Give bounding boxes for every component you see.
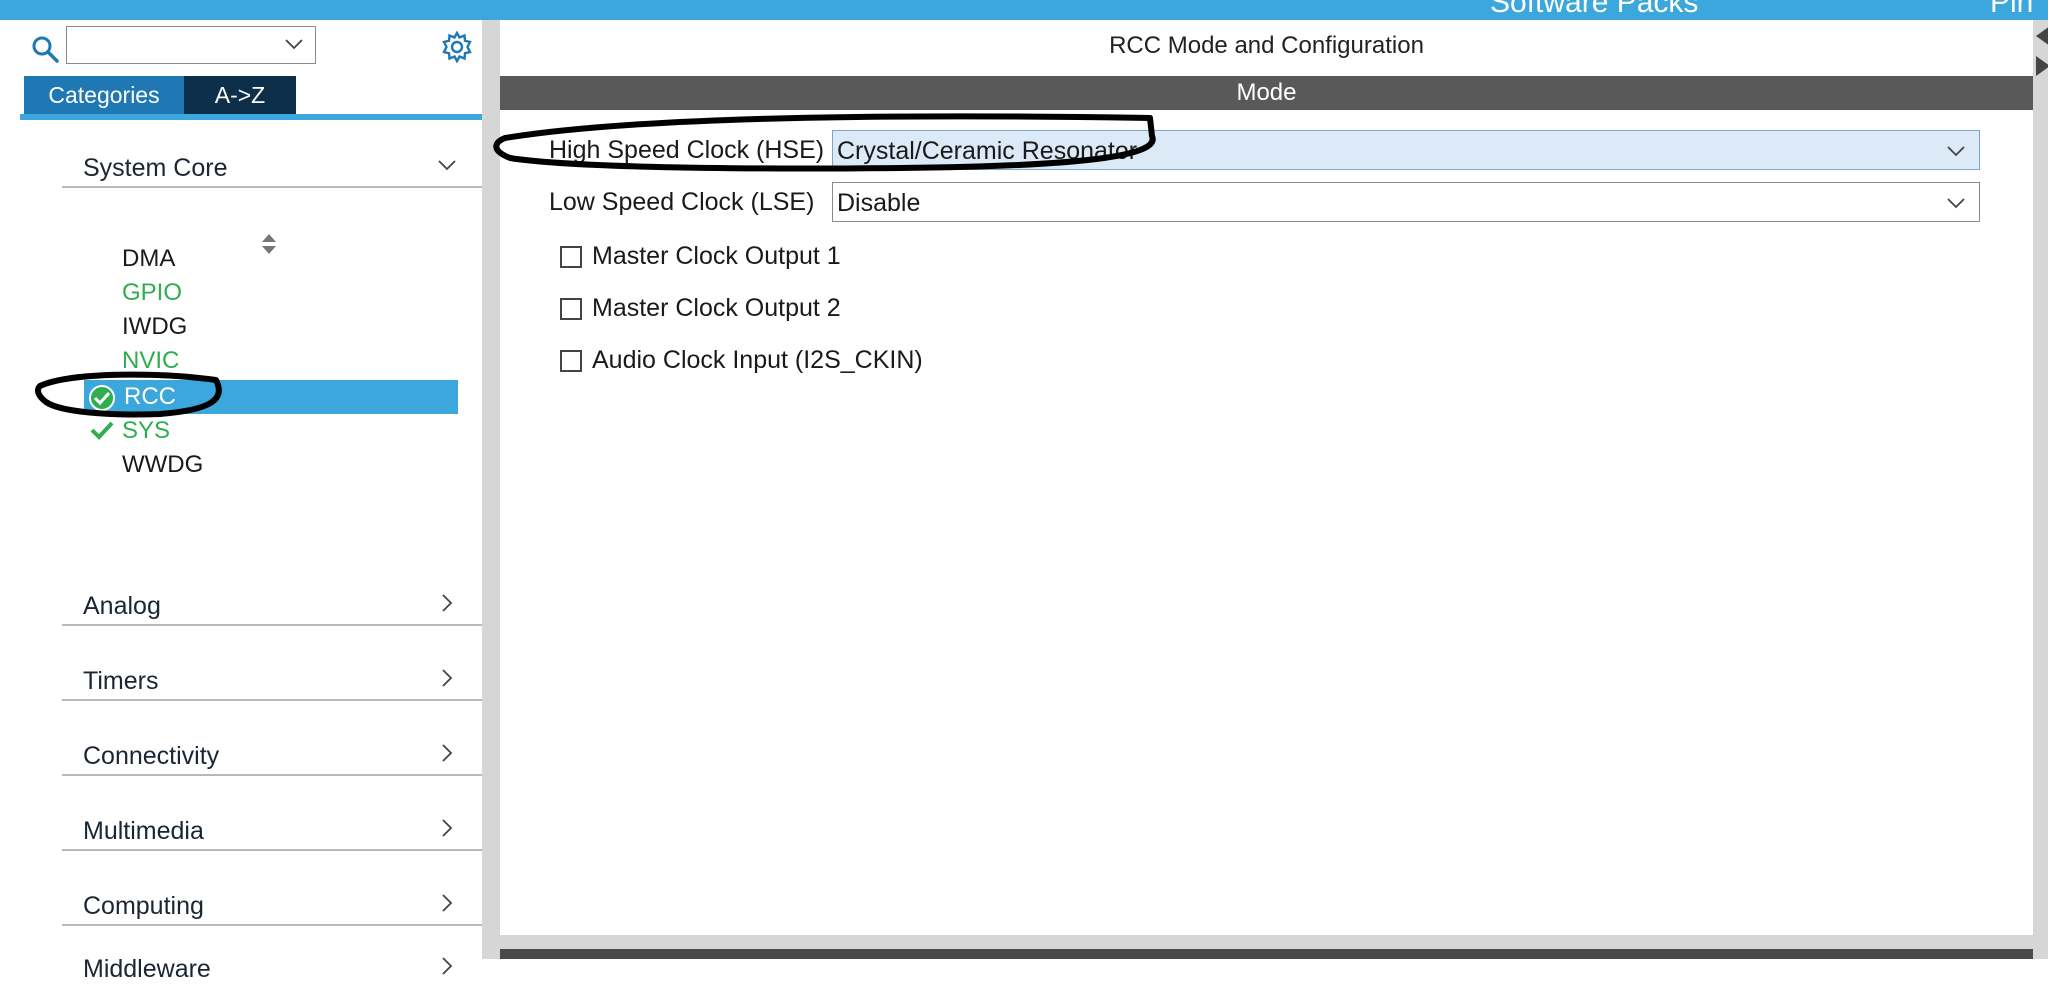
master-clock-output-1-checkbox[interactable] [560, 246, 582, 268]
category-label: Connectivity [83, 742, 220, 770]
sort-icon[interactable] [260, 232, 278, 256]
checkmark-icon [90, 421, 114, 440]
audio-clock-input-label: Audio Clock Input (I2S_CKIN) [592, 346, 923, 374]
category-panel: Categories A->Z System Core DMA GPIO IWD… [20, 20, 482, 983]
pinout-menu[interactable]: Pin [1990, 0, 2033, 20]
category-label: System Core [83, 154, 228, 182]
lse-select[interactable]: Disable [832, 182, 1980, 222]
category-label: Timers [83, 667, 159, 695]
search-input[interactable] [73, 31, 277, 61]
audio-clock-input-checkbox[interactable] [560, 350, 582, 372]
category-label: Multimedia [83, 817, 204, 845]
chevron-right-icon [442, 744, 453, 762]
chevron-right-icon [442, 819, 453, 837]
chevron-down-icon[interactable] [1945, 140, 1967, 162]
master-clock-output-2-label: Master Clock Output 2 [592, 294, 841, 322]
chevron-right-icon [442, 669, 453, 687]
chevron-right-icon [442, 957, 453, 975]
category-system-core[interactable]: System Core [62, 142, 482, 188]
panel-splitter[interactable] [482, 20, 500, 959]
bottom-bar [500, 949, 2033, 959]
category-label: Middleware [83, 955, 211, 983]
search-icon[interactable] [30, 34, 60, 64]
chevron-right-icon [442, 894, 453, 912]
top-toolbar: Software Packs Pin [0, 0, 2048, 20]
chevron-down-icon[interactable] [1945, 192, 1967, 214]
category-middleware[interactable]: Middleware [62, 943, 482, 987]
rcc-config-panel: RCC Mode and Configuration Mode High Spe… [500, 20, 2033, 935]
category-connectivity[interactable]: Connectivity [62, 730, 482, 776]
tab-a-to-z[interactable]: A->Z [184, 76, 296, 114]
gear-icon[interactable] [440, 30, 474, 64]
right-edge-splitter[interactable] [2033, 20, 2048, 959]
category-timers[interactable]: Timers [62, 655, 482, 701]
category-computing[interactable]: Computing [62, 880, 482, 926]
chevron-right-icon [442, 594, 453, 612]
category-label: Analog [83, 592, 161, 620]
tab-underline [20, 114, 482, 120]
category-label: Computing [83, 892, 204, 920]
check-circle-icon [89, 385, 115, 411]
tab-categories[interactable]: Categories [24, 76, 184, 114]
list-item-rcc[interactable]: RCC [84, 380, 458, 414]
search-combobox[interactable] [66, 26, 316, 64]
chevron-down-icon[interactable] [283, 33, 305, 55]
mode-header: Mode [500, 76, 2033, 110]
hse-select[interactable]: Crystal/Ceramic Resonator [832, 130, 1980, 170]
lse-label: Low Speed Clock (LSE) [549, 188, 815, 216]
category-multimedia[interactable]: Multimedia [62, 805, 482, 851]
expand-right-icon[interactable] [2036, 54, 2048, 78]
collapse-up-icon[interactable] [2036, 24, 2048, 48]
bottom-splitter[interactable] [500, 935, 2033, 959]
left-gutter [0, 20, 20, 959]
category-analog[interactable]: Analog [62, 580, 482, 626]
hse-label: High Speed Clock (HSE) [549, 136, 825, 164]
panel-title: RCC Mode and Configuration [1109, 32, 1424, 59]
master-clock-output-2-checkbox[interactable] [560, 298, 582, 320]
master-clock-output-1-label: Master Clock Output 1 [592, 242, 841, 270]
chevron-down-icon [438, 160, 456, 171]
software-packs-menu[interactable]: Software Packs [1490, 0, 1698, 20]
